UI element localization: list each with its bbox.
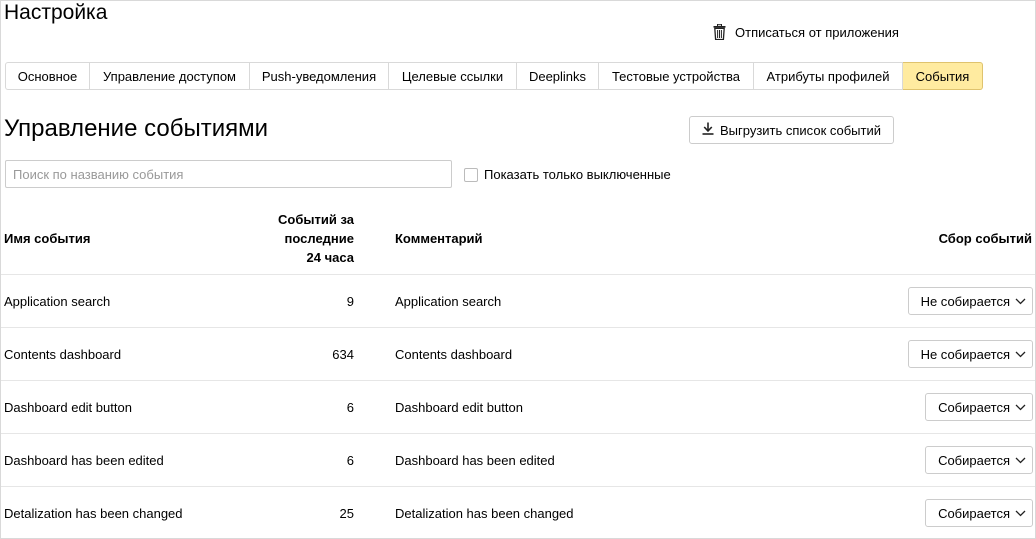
- tab-access[interactable]: Управление доступом: [90, 62, 250, 90]
- event-count: 25: [339, 505, 354, 521]
- event-comment: Dashboard has been edited: [395, 452, 555, 468]
- collect-select-value: Не собирается: [920, 293, 1010, 309]
- event-count: 9: [346, 293, 354, 309]
- table-row: Application search 9 Application search …: [1, 274, 1035, 327]
- collect-select[interactable]: Собирается: [925, 393, 1033, 421]
- event-name: Contents dashboard: [4, 346, 122, 362]
- tab-push[interactable]: Push-уведомления: [250, 62, 389, 90]
- tab-deeplinks[interactable]: Deeplinks: [517, 62, 599, 90]
- tab-events[interactable]: События: [903, 62, 983, 90]
- export-label: Выгрузить список событий: [719, 122, 882, 138]
- chevron-down-icon: [1015, 404, 1026, 411]
- column-header-count: Событий за последние 24 часа: [265, 210, 354, 267]
- tab-main[interactable]: Основное: [5, 62, 90, 90]
- event-comment: Detalization has been changed: [395, 505, 574, 521]
- download-icon: [702, 122, 714, 138]
- column-header-collect: Сбор событий: [938, 231, 1032, 246]
- event-search-input[interactable]: [5, 160, 452, 188]
- trash-icon: [713, 24, 726, 40]
- tab-target-links[interactable]: Целевые ссылки: [389, 62, 517, 90]
- disabled-only-label: Показать только выключенные: [484, 167, 671, 182]
- event-count: 634: [332, 346, 354, 362]
- collect-select[interactable]: Не собирается: [907, 340, 1033, 368]
- table-row: Dashboard edit button 6 Dashboard edit b…: [1, 380, 1035, 433]
- tab-profile-attributes[interactable]: Атрибуты профилей: [754, 62, 903, 90]
- table-row: Contents dashboard 634 Contents dashboar…: [1, 327, 1035, 380]
- event-count: 6: [346, 452, 354, 468]
- column-header-count-line3: 24 часа: [306, 250, 354, 265]
- collect-select-value: Собирается: [938, 452, 1010, 468]
- collect-select[interactable]: Не собирается: [907, 287, 1033, 315]
- collect-select[interactable]: Собирается: [925, 499, 1033, 527]
- event-name: Application search: [4, 293, 111, 309]
- collect-select-value: Собирается: [938, 505, 1010, 521]
- unsubscribe-link[interactable]: Отписаться от приложения: [713, 24, 899, 40]
- event-name: Dashboard edit button: [4, 399, 132, 415]
- collect-select[interactable]: Собирается: [925, 446, 1033, 474]
- column-header-comment: Комментарий: [395, 231, 483, 246]
- collect-select-value: Собирается: [938, 399, 1010, 415]
- disabled-only-filter[interactable]: Показать только выключенные: [464, 167, 671, 182]
- event-comment: Contents dashboard: [395, 346, 513, 362]
- event-count: 6: [346, 399, 354, 415]
- events-table: Application search 9 Application search …: [1, 274, 1035, 539]
- column-header-count-line2: последние: [284, 231, 355, 246]
- section-title: Управление событиями: [4, 115, 268, 142]
- export-events-button[interactable]: Выгрузить список событий: [689, 116, 894, 144]
- chevron-down-icon: [1015, 457, 1026, 464]
- event-name: Dashboard has been edited: [4, 452, 164, 468]
- event-comment: Dashboard edit button: [395, 399, 523, 415]
- disabled-only-checkbox[interactable]: [464, 167, 478, 182]
- table-row: Dashboard has been edited 6 Dashboard ha…: [1, 433, 1035, 486]
- collect-select-value: Не собирается: [920, 346, 1010, 362]
- settings-tabs: Основное Управление доступом Push-уведом…: [5, 62, 983, 90]
- chevron-down-icon: [1015, 351, 1026, 358]
- column-header-name: Имя события: [4, 231, 91, 246]
- page-title: Настройка: [4, 1, 108, 24]
- unsubscribe-label: Отписаться от приложения: [735, 24, 899, 40]
- chevron-down-icon: [1015, 510, 1026, 517]
- event-name: Detalization has been changed: [4, 505, 183, 521]
- event-comment: Application search: [395, 293, 502, 309]
- table-row: Detalization has been changed 25 Detaliz…: [1, 486, 1035, 539]
- column-header-count-line1: Событий за: [278, 212, 354, 227]
- chevron-down-icon: [1015, 298, 1026, 305]
- tab-test-devices[interactable]: Тестовые устройства: [599, 62, 754, 90]
